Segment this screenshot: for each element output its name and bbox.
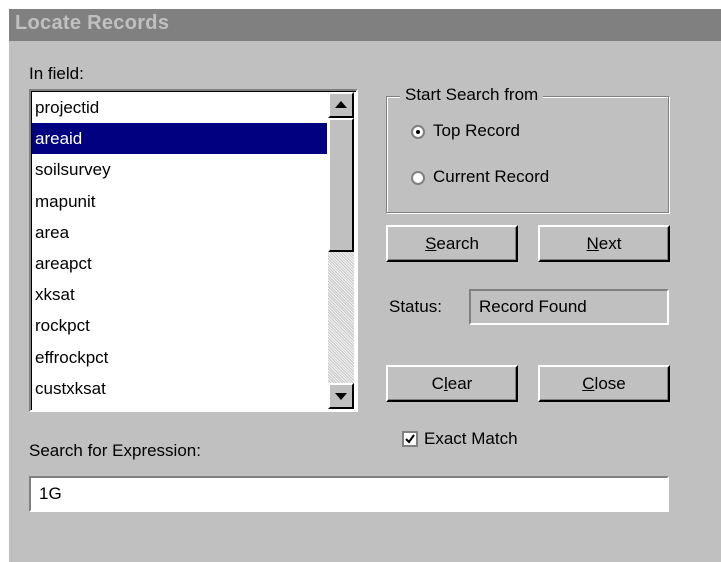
- top-record-label[interactable]: Top Record: [433, 121, 520, 141]
- list-item[interactable]: custxksat: [32, 373, 327, 404]
- current-record-label[interactable]: Current Record: [433, 167, 549, 187]
- checkmark-icon: [405, 434, 415, 444]
- list-item[interactable]: area: [32, 217, 327, 248]
- exact-match-label[interactable]: Exact Match: [424, 429, 518, 449]
- exact-match-checkbox[interactable]: [402, 431, 418, 447]
- close-button-mnemonic: C: [582, 373, 595, 393]
- close-button-label-post: lose: [594, 373, 626, 393]
- clear-button-label-pre: C: [431, 373, 444, 393]
- arrow-down-icon: [335, 393, 347, 400]
- list-item[interactable]: areapct: [32, 248, 327, 279]
- start-search-group: [386, 96, 669, 213]
- list-item[interactable]: xksat: [32, 279, 327, 310]
- top-record-radio[interactable]: [411, 125, 425, 139]
- scrollbar-thumb[interactable]: [328, 118, 354, 252]
- title-bar: Locate Records: [9, 9, 721, 41]
- next-button-mnemonic: N: [586, 233, 599, 253]
- scroll-down-button[interactable]: [328, 383, 354, 409]
- clear-button-label-post: ear: [447, 373, 473, 393]
- clear-button[interactable]: Clear: [386, 365, 518, 402]
- close-button[interactable]: Close: [538, 365, 670, 402]
- arrow-up-icon: [335, 101, 347, 108]
- list-item[interactable]: mapunit: [32, 186, 327, 217]
- search-button-label-post: earch: [436, 233, 479, 253]
- scroll-up-button[interactable]: [328, 92, 354, 118]
- search-button-mnemonic: S: [425, 233, 437, 253]
- locate-records-dialog: Locate Records In field: projectid areai…: [9, 9, 721, 562]
- next-button-label-post: ext: [598, 233, 622, 253]
- search-expression-label: Search for Expression:: [29, 441, 201, 460]
- vertical-scrollbar[interactable]: [328, 92, 354, 409]
- list-item[interactable]: effrockpct: [32, 342, 327, 373]
- next-button[interactable]: Next: [538, 225, 670, 262]
- dialog-title: Locate Records: [15, 12, 170, 34]
- list-item[interactable]: rockpct: [32, 310, 327, 341]
- in-field-label: In field:: [29, 64, 84, 83]
- status-field: Record Found: [469, 289, 669, 325]
- start-search-legend: Start Search from: [400, 85, 544, 105]
- search-expression-input[interactable]: [29, 476, 669, 512]
- list-item[interactable]: projectid: [32, 92, 327, 123]
- status-label: Status:: [389, 297, 442, 316]
- search-button[interactable]: Search: [386, 225, 518, 262]
- list-item[interactable]: soilsurvey: [32, 154, 327, 185]
- current-record-radio[interactable]: [411, 171, 425, 185]
- list-item-selected[interactable]: areaid: [32, 123, 327, 155]
- field-list: projectid areaid soilsurvey mapunit area…: [32, 92, 327, 404]
- field-listbox[interactable]: projectid areaid soilsurvey mapunit area…: [29, 89, 358, 412]
